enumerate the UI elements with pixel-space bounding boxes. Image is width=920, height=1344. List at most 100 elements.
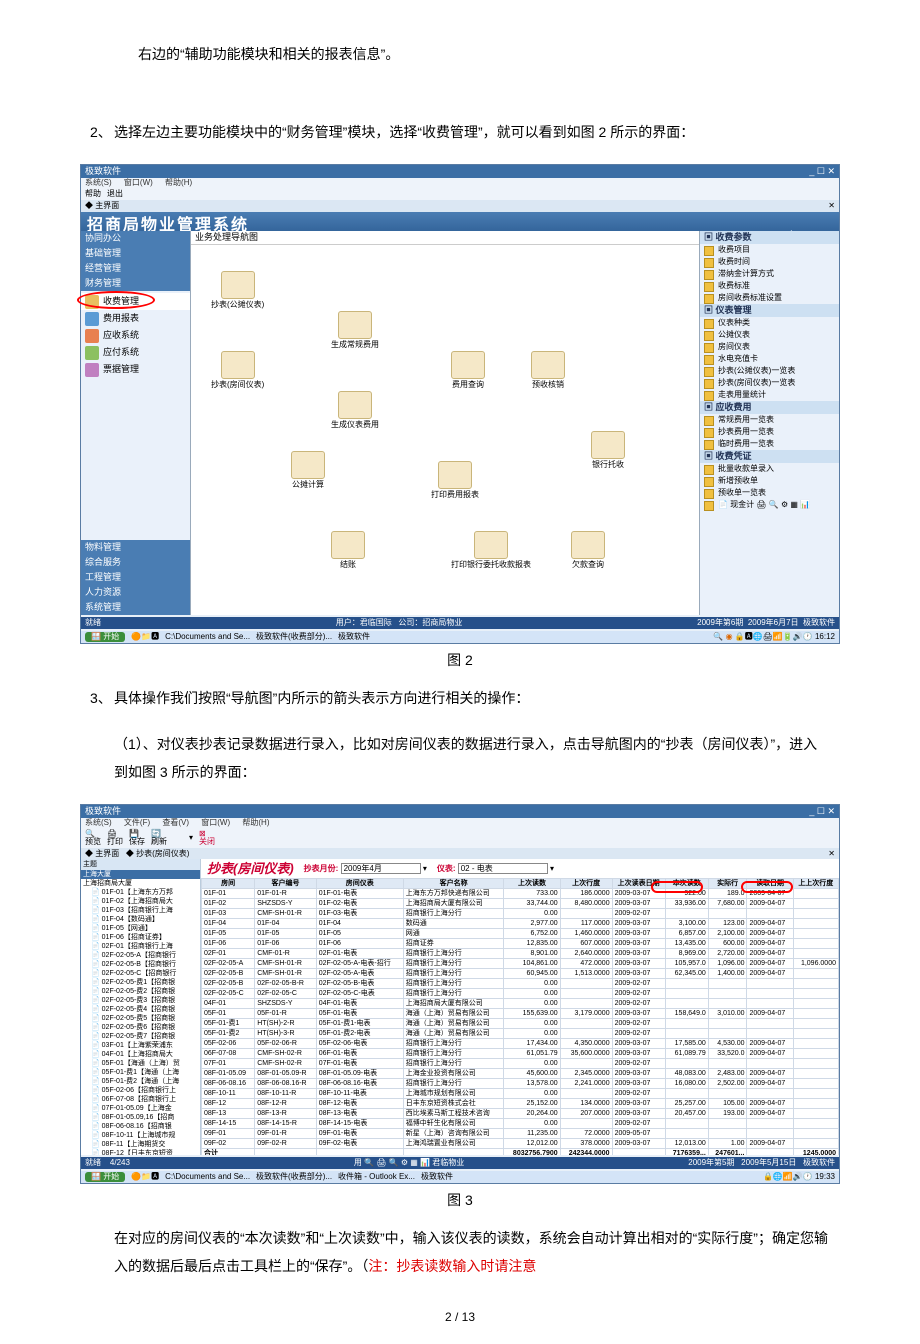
node-gen-regular[interactable]: 生成常规费用 <box>331 311 379 349</box>
table-row[interactable]: 02F-01CMF-01-R02F-01-电表招商银行上海分行8,901.002… <box>202 949 839 959</box>
col-header[interactable]: 客户名称 <box>403 879 504 889</box>
table-row[interactable]: 08F-1308F-13-R08F-13-电表西比埃素马斯工程技术咨询20,26… <box>202 1109 839 1119</box>
start-button[interactable]: 🪟 开始 <box>85 632 125 642</box>
table-row[interactable]: 07F-01CMF-SH-02-R07F-01-电表招商银行上海分行0.0020… <box>202 1059 839 1069</box>
cell[interactable] <box>793 889 838 899</box>
cell[interactable]: 0.00 <box>504 1029 560 1039</box>
cell[interactable]: 2009-02-07 <box>612 1029 665 1039</box>
tab-main[interactable]: ◆ 主界面 <box>85 849 119 858</box>
cell[interactable]: 日丰东京短资株式会社 <box>403 1099 504 1109</box>
cell[interactable] <box>747 1019 793 1029</box>
side-grp-system[interactable]: 系统管理 <box>81 600 190 615</box>
ritem[interactable]: 收费标准 <box>700 280 839 292</box>
cell[interactable] <box>560 999 612 1009</box>
cell[interactable]: 04F-01-电表 <box>316 999 403 1009</box>
node-print-bill[interactable]: 打印银行委托收款报表 <box>451 531 531 569</box>
cell[interactable]: 01F-01-电表 <box>316 889 403 899</box>
meter-dropdown-icon[interactable]: ▾ <box>550 864 554 873</box>
tree-node[interactable]: 📄 05F-01【海通（上海）贸 <box>81 1059 200 1068</box>
side-grp-material[interactable]: 物料管理 <box>81 540 190 555</box>
cell[interactable]: 472.0000 <box>560 959 612 969</box>
cell[interactable]: 01F-04 <box>316 919 403 929</box>
ritem[interactable]: 抄表(房间仪表)一览表 <box>700 377 839 389</box>
cell[interactable]: 08F-12 <box>202 1099 255 1109</box>
side-grp-base[interactable]: 基础管理 <box>81 246 190 261</box>
tab-meter-room[interactable]: ◆ 抄表(房间仪表) <box>126 849 190 858</box>
cell[interactable]: 06F-01-电表 <box>316 1049 403 1059</box>
cell[interactable]: 16,080.00 <box>665 1079 708 1089</box>
table-row[interactable]: 01F-0501F-0501F-05网通6,752.001,460.000020… <box>202 929 839 939</box>
cell[interactable] <box>747 1029 793 1039</box>
table-row[interactable]: 02F-02-05-ACMF-SH-01-R02F-02-05-A-电表-招行招… <box>202 959 839 969</box>
cell[interactable] <box>793 1009 838 1019</box>
tree-node[interactable]: 📄 08F-06-08.16【招商银 <box>81 1122 200 1131</box>
cell[interactable]: 2009-03-07 <box>612 959 665 969</box>
tree-node[interactable]: 📄 08F-11【上海期货交 <box>81 1140 200 1149</box>
cell[interactable] <box>665 979 708 989</box>
cell[interactable]: 33,936.00 <box>665 899 708 909</box>
cell[interactable]: 02F-01 <box>202 949 255 959</box>
cell[interactable]: 海通（上海）贸易有限公司 <box>403 1019 504 1029</box>
cell[interactable]: 2009-04-07 <box>747 1039 793 1049</box>
tray-icons[interactable]: 🟠📁🅰 <box>131 1173 159 1181</box>
cell[interactable] <box>708 999 747 1009</box>
cell[interactable]: 117.0000 <box>560 919 612 929</box>
cell[interactable]: 招商银行上海分行 <box>403 1059 504 1069</box>
cell[interactable]: 02F-01-电表 <box>316 949 403 959</box>
cell[interactable]: 2009-03-07 <box>612 1069 665 1079</box>
tab-close-icon[interactable]: ✕ <box>828 202 835 210</box>
cell[interactable]: 4,350.0000 <box>560 1039 612 1049</box>
cell[interactable]: 2009-04-07 <box>747 1069 793 1079</box>
cell[interactable] <box>560 909 612 919</box>
side-item-payable[interactable]: 应付系统 <box>81 344 190 361</box>
cell[interactable] <box>708 1089 747 1099</box>
cell[interactable] <box>708 1019 747 1029</box>
cell[interactable]: 2009-02-07 <box>612 1059 665 1069</box>
cell[interactable] <box>747 989 793 999</box>
cell[interactable] <box>747 1129 793 1139</box>
cell[interactable]: 06F-07-08 <box>202 1049 255 1059</box>
tree-node[interactable]: 📄 02F-02-05-费5【招商银 <box>81 1014 200 1023</box>
cell[interactable] <box>665 989 708 999</box>
cell[interactable] <box>793 909 838 919</box>
col-header[interactable]: 上次读表日期 <box>612 879 665 889</box>
cell[interactable] <box>747 1089 793 1099</box>
cell[interactable]: 上海鸿瑞置业有限公司 <box>403 1139 504 1149</box>
cell[interactable] <box>665 1089 708 1099</box>
cell[interactable]: 0.00 <box>504 1059 560 1069</box>
cell[interactable]: CMF-SH-01-R <box>255 909 317 919</box>
table-row[interactable]: 02F-02-05-BCMF-SH-01-R02F-02-05-A-电表招商银行… <box>202 969 839 979</box>
cell[interactable]: 12,835.00 <box>504 939 560 949</box>
ritem[interactable]: 新增预收单 <box>700 475 839 487</box>
cell[interactable] <box>793 899 838 909</box>
taskbar-item[interactable]: 极致软件(收费部分)... <box>256 1173 332 1181</box>
tree-node[interactable]: 📄 08F-10-11【上海城市规 <box>81 1131 200 1140</box>
cell[interactable] <box>793 1089 838 1099</box>
cell[interactable]: 02F-02-05-A-电表-招行 <box>316 959 403 969</box>
ritem[interactable]: 抄表(公摊仪表)一览表 <box>700 365 839 377</box>
cell[interactable]: 3,179.0000 <box>560 1009 612 1019</box>
side-item-fee-mgmt[interactable]: 收费管理 <box>81 293 190 310</box>
window-controls[interactable]: _ ☐ ✕ <box>809 167 835 176</box>
cell[interactable]: 02F-02-05-B <box>202 979 255 989</box>
table-row[interactable]: 01F-02SHZSDS-Y01F-02-电表上海招商局大厦有限公司33,744… <box>202 899 839 909</box>
cell[interactable]: 2009-03-07 <box>612 949 665 959</box>
cell[interactable]: 01F-05 <box>202 929 255 939</box>
cell[interactable] <box>560 1029 612 1039</box>
col-header[interactable]: 客户编号 <box>255 879 317 889</box>
cell[interactable]: 3,010.00 <box>708 1009 747 1019</box>
cell[interactable] <box>708 1129 747 1139</box>
cell[interactable]: 1,513.0000 <box>560 969 612 979</box>
cell[interactable]: 61,051.79 <box>504 1049 560 1059</box>
cell[interactable]: 05F-01-R <box>255 1009 317 1019</box>
ritem-cash[interactable]: 📄 现金计 🖨 🔍 ⚙ ▦ 📊 <box>700 499 839 511</box>
tab-main[interactable]: ◆ 主界面 <box>85 201 119 210</box>
cell[interactable]: 05F-02-06-R <box>255 1039 317 1049</box>
cell[interactable]: 8,901.00 <box>504 949 560 959</box>
cell[interactable]: 25,152.00 <box>504 1099 560 1109</box>
cell[interactable]: 招商银行上海分行 <box>403 1079 504 1089</box>
cell[interactable]: 207.0000 <box>560 1109 612 1119</box>
month-input[interactable] <box>341 863 421 874</box>
cell[interactable]: 招商银行上海分行 <box>403 969 504 979</box>
cell[interactable] <box>560 1059 612 1069</box>
